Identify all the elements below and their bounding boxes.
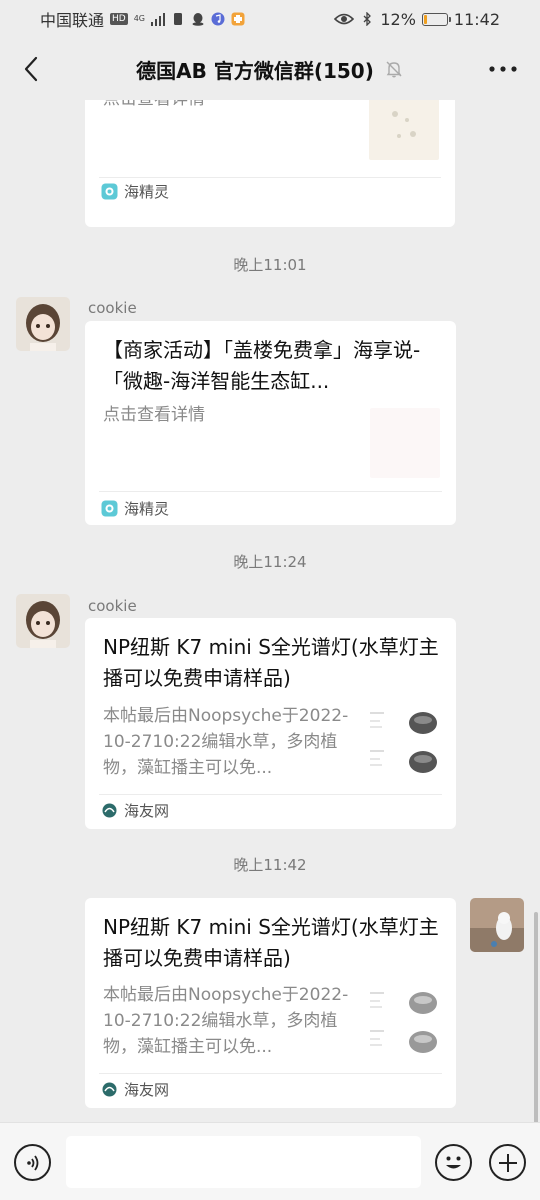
chevron-left-icon — [24, 56, 38, 82]
card-title: 【商家活动】「盖楼免费拿」海享说-「微趣-海洋智能生态缸... — [103, 338, 421, 393]
source-app-icon — [102, 803, 117, 818]
avatar-image — [470, 898, 524, 952]
link-card[interactable]: 点击查看详情 海精灵 — [85, 100, 455, 227]
card-thumbnail — [370, 408, 440, 478]
timestamp: 晚上11:24 — [233, 553, 307, 571]
back-button[interactable] — [14, 52, 48, 86]
sender-name: cookie — [88, 597, 137, 615]
card-thumbnail — [368, 705, 440, 777]
bluetooth-icon — [363, 12, 372, 26]
scrollbar[interactable] — [534, 912, 538, 1124]
card-description: 本帖最后由Noopsyche于2022-10-2710:22编辑水草，多肉植物，… — [103, 985, 349, 1057]
sim-icon — [174, 13, 183, 25]
status-bar-left: 中国联通 HD 4G — [40, 7, 245, 31]
chat-area[interactable]: 点击查看详情 海精灵 晚上11:01 cookie 【商家活动】「盖楼免费拿」海… — [0, 100, 540, 1122]
eye-icon — [334, 13, 355, 25]
more-button[interactable] — [486, 52, 520, 86]
app-icon — [231, 12, 245, 26]
qq-icon — [192, 13, 204, 26]
card-description: 本帖最后由Noopsyche于2022-10-2710:22编辑水草，多肉植物，… — [103, 706, 349, 778]
status-bar-right: 12% 11:42 — [334, 10, 500, 29]
battery-percent: 12% — [380, 9, 416, 29]
battery-level — [423, 14, 427, 24]
message-input[interactable] — [66, 1136, 421, 1188]
status-bar: 中国联通 HD 4G 12% 11:42 — [0, 0, 540, 38]
timestamp: 晚上11:01 — [233, 256, 307, 274]
chat-title: 德国AB 官方微信群(150) — [136, 58, 374, 83]
card-thumbnail — [369, 100, 439, 160]
source-app-icon — [101, 500, 118, 517]
avatar-image — [16, 594, 70, 648]
emoji-button[interactable] — [435, 1144, 472, 1181]
card-source: 海友网 — [101, 800, 169, 821]
signal-icon — [151, 13, 166, 26]
plus-button[interactable] — [489, 1144, 526, 1181]
card-divider — [99, 1073, 442, 1074]
card-thumbnail — [368, 985, 440, 1057]
source-app-icon — [102, 1082, 117, 1097]
carrier-label: 中国联通 — [40, 11, 105, 30]
link-card[interactable]: NP纽斯 K7 mini S全光谱灯(水草灯主播可以免费申请样品) 本帖最后由N… — [85, 618, 456, 829]
emoji-icon — [446, 1156, 461, 1169]
avatar[interactable] — [16, 594, 70, 648]
plus-icon — [498, 1153, 517, 1172]
voice-icon — [26, 1154, 38, 1171]
avatar[interactable] — [16, 297, 70, 351]
music-icon — [211, 12, 225, 26]
hd-badge: HD — [110, 13, 128, 25]
bell-off-icon — [386, 61, 402, 78]
card-source: 海精灵 — [101, 498, 169, 519]
network-type: 4G — [133, 14, 146, 23]
title-wrap: 德国AB 官方微信群(150) — [136, 55, 404, 84]
card-description: 点击查看详情 — [103, 100, 205, 112]
card-source-label: 海精灵 — [124, 183, 170, 201]
card-title: NP纽斯 K7 mini S全光谱灯(水草灯主播可以免费申请样品) — [103, 915, 439, 970]
link-card[interactable]: NP纽斯 K7 mini S全光谱灯(水草灯主播可以免费申请样品) 本帖最后由N… — [85, 898, 456, 1108]
avatar-image — [16, 297, 70, 351]
card-divider — [99, 177, 441, 178]
card-source-label: 海友网 — [124, 1081, 170, 1099]
chat-header: 德国AB 官方微信群(150) — [0, 38, 540, 100]
card-source-label: 海精灵 — [124, 500, 170, 518]
ellipsis-icon — [489, 66, 517, 72]
card-source: 海友网 — [101, 1079, 169, 1100]
card-source-label: 海友网 — [124, 802, 170, 820]
source-app-icon — [101, 183, 118, 200]
link-card[interactable]: 【商家活动】「盖楼免费拿」海享说-「微趣-海洋智能生态缸... 点击查看详情 海… — [85, 321, 456, 525]
clock: 11:42 — [453, 9, 500, 29]
card-description: 点击查看详情 — [103, 405, 205, 425]
battery-icon — [421, 12, 451, 26]
card-divider — [99, 491, 442, 492]
card-source: 海精灵 — [101, 181, 169, 202]
timestamp: 晚上11:42 — [233, 856, 307, 874]
card-title: NP纽斯 K7 mini S全光谱灯(水草灯主播可以免费申请样品) — [103, 635, 439, 690]
my-avatar[interactable] — [470, 898, 524, 952]
voice-button[interactable] — [14, 1144, 51, 1181]
card-divider — [99, 794, 442, 795]
sender-name: cookie — [88, 299, 137, 317]
input-bar — [0, 1122, 540, 1200]
